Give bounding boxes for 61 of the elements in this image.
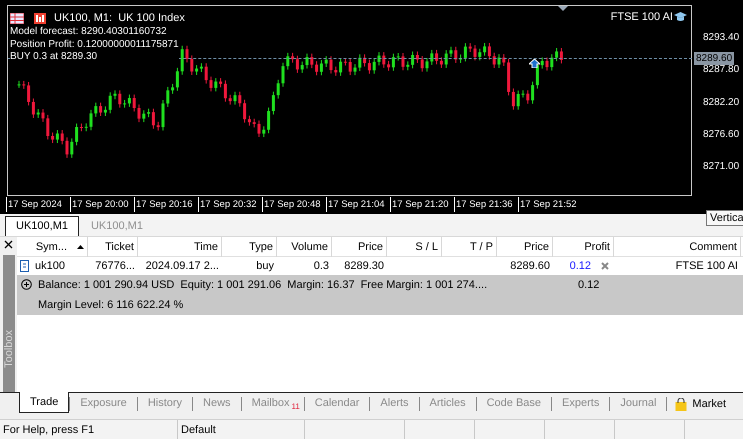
- table-cell-text: 0.12: [570, 258, 591, 274]
- shopping-bag-icon: [675, 398, 688, 410]
- table-cell-text: 2024.09.17 2...: [146, 258, 219, 274]
- column-header[interactable]: Comment: [614, 237, 741, 257]
- table-cell-text: 8289.60: [510, 258, 550, 274]
- price-tick: 8293.40: [703, 31, 740, 45]
- price-tick: 8271.00: [703, 160, 740, 174]
- column-header[interactable]: Price: [497, 237, 553, 257]
- summary-value: Balance: 1 001 290.94 USD: [38, 278, 174, 292]
- column-header[interactable]: Profit: [553, 237, 614, 257]
- close-icon[interactable]: [4, 240, 13, 249]
- table-cell-text: 8289.30: [344, 258, 384, 274]
- time-tick: 17 Sep 21:04: [326, 197, 390, 212]
- unread-count: 11: [291, 401, 300, 413]
- column-header[interactable]: Type: [222, 237, 277, 257]
- chart-grid-icon: [10, 12, 24, 24]
- table-cell-text: 0.3: [314, 258, 329, 274]
- summary-profit: 0.12: [578, 278, 600, 292]
- market-tab[interactable]: Market: [667, 393, 734, 415]
- summary-value: Free Margin: 1 001 274....: [360, 278, 488, 292]
- time-tick: 17 Sep 20:16: [134, 197, 198, 212]
- column-header[interactable]: Volume: [277, 237, 332, 257]
- table-cell-text: FTSE 100 AI: [676, 258, 738, 274]
- buy-arrow-icon: [529, 59, 540, 68]
- time-tick: 17 Sep 21:52: [518, 197, 582, 212]
- document-icon: [20, 260, 29, 272]
- time-tick: 17 Sep 20:32: [198, 197, 262, 212]
- status-text: Default: [178, 420, 305, 439]
- sort-arrow-icon: [77, 245, 84, 249]
- expert-name: FTSE 100 AI: [610, 10, 673, 25]
- summary-value: Equity: 1 001 291.06: [180, 278, 282, 292]
- price-tick: 8282.20: [703, 96, 740, 110]
- column-header[interactable]: T / P: [442, 237, 497, 257]
- graduation-cap-icon: [674, 12, 687, 22]
- bar-chart-icon: [34, 12, 46, 24]
- column-header[interactable]: Price: [332, 237, 387, 257]
- chart-marker-icon: [558, 6, 568, 11]
- current-price-label: 8289.60: [694, 52, 734, 65]
- margin-level: Margin Level: 6 116 622.24 %: [38, 298, 184, 313]
- expand-icon[interactable]: [21, 279, 32, 290]
- summary-value: Margin: 16.37: [287, 278, 355, 292]
- chart-tab[interactable]: UK100,M1: [5, 216, 79, 236]
- price-tick: 8276.60: [703, 128, 740, 142]
- time-tick: 17 Sep 21:36: [454, 197, 518, 212]
- status-text: For Help, press F1: [0, 420, 178, 439]
- time-tick: 17 Sep 20:48: [262, 197, 326, 212]
- column-header[interactable]: Sym...: [17, 237, 88, 257]
- column-header[interactable]: S / L: [387, 237, 442, 257]
- time-tick: 17 Sep 2024: [6, 197, 70, 212]
- panel-tab[interactable]: Trade: [19, 392, 70, 413]
- close-position-icon[interactable]: [601, 262, 609, 270]
- chart-title: UK100, M1: UK 100 Index: [54, 11, 185, 26]
- column-header[interactable]: Time: [138, 237, 222, 257]
- table-cell-text: uk100: [35, 258, 65, 274]
- column-header[interactable]: Ticket: [88, 237, 138, 257]
- table-cell-text: 76776...: [95, 258, 135, 274]
- time-tick: 17 Sep 20:00: [70, 197, 134, 212]
- time-tick: 17 Sep 21:20: [390, 197, 454, 212]
- table-cell-text: buy: [256, 258, 274, 274]
- price-tick: 8287.80: [703, 63, 740, 78]
- toolbox-label: Toolbox: [2, 330, 14, 368]
